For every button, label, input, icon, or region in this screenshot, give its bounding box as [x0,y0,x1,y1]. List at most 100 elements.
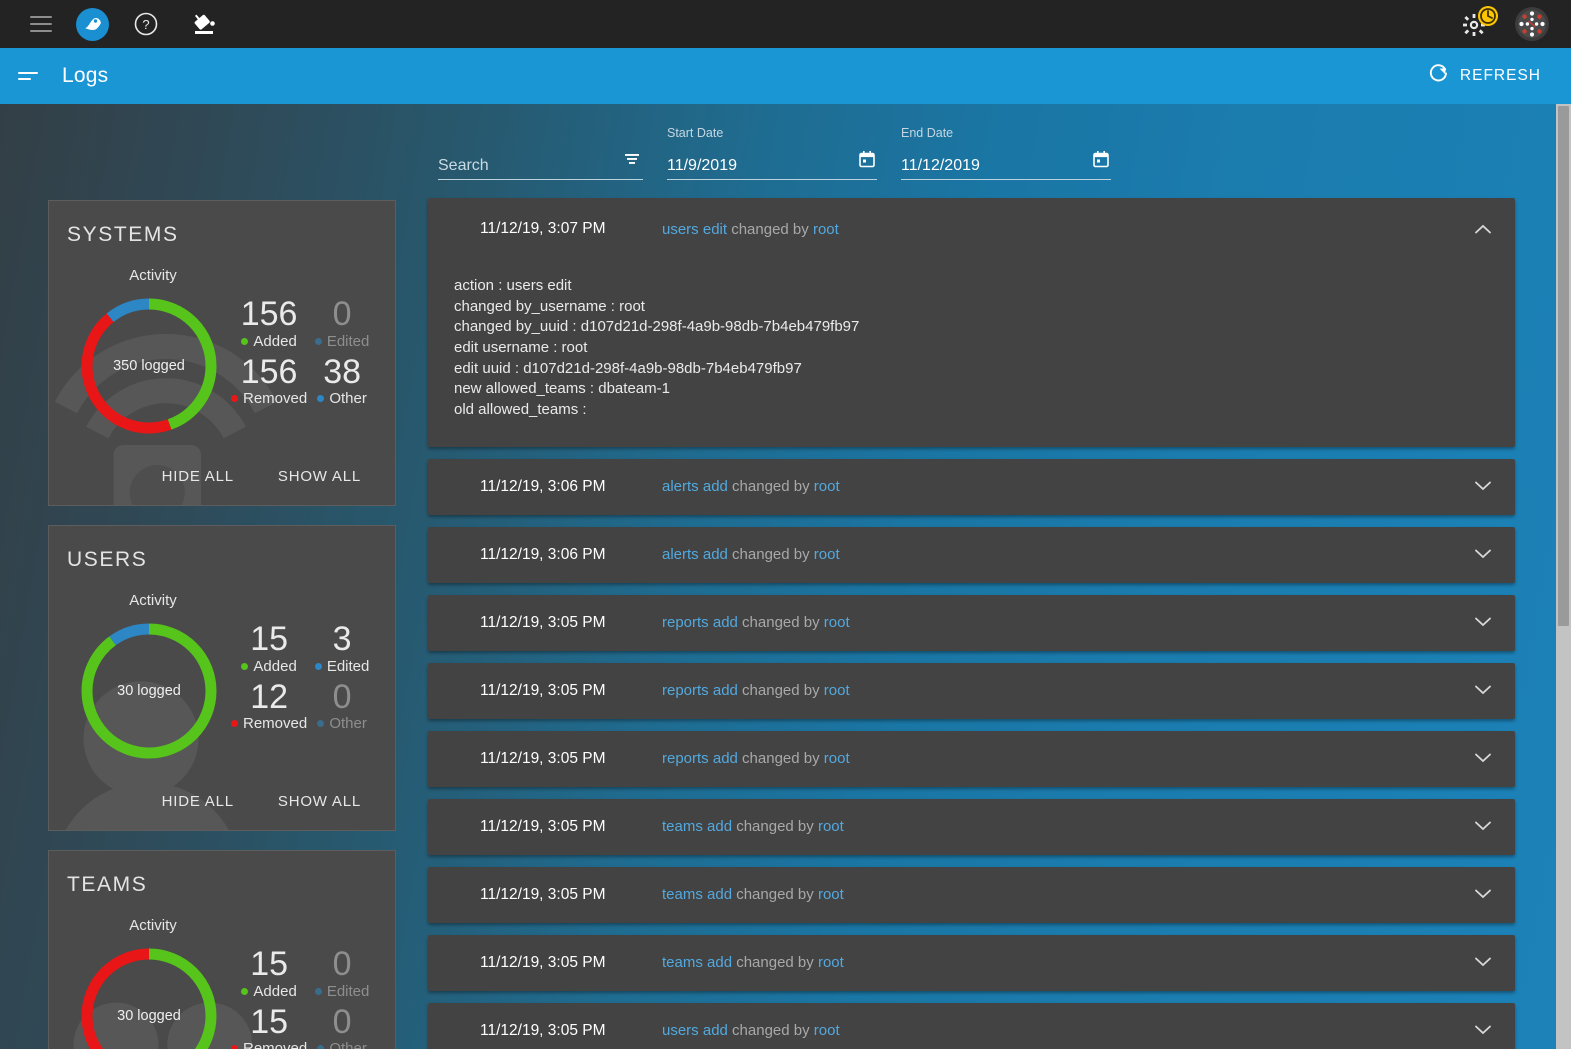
log-changed-by-text: changed by [727,220,813,238]
start-date-value: 11/9/2019 [667,157,737,174]
legend-dot-other [317,1045,325,1049]
chevron-down-icon[interactable] [1475,478,1491,496]
log-entry-row[interactable]: 11/12/19, 3:05 PM reports add changed by … [428,594,1515,651]
log-entry-header[interactable]: 11/12/19, 3:06 PM alerts add changed by r… [428,527,1515,583]
log-entry-row[interactable]: 11/12/19, 3:05 PM teams add changed by ro… [428,934,1515,991]
log-entry-row[interactable]: 11/12/19, 3:05 PM teams add changed by ro… [428,798,1515,855]
log-entry-header[interactable]: 11/12/19, 3:05 PM teams add changed by ro… [428,867,1515,923]
card-title: TEAMS [67,873,148,896]
log-entry-row[interactable]: 11/12/19, 3:06 PM alerts add changed by r… [428,458,1515,515]
legend-dot-removed [231,1045,238,1049]
log-user: root [823,614,850,632]
chevron-down-icon[interactable] [1475,954,1491,972]
hide-all-button[interactable]: HIDE ALL [162,793,234,810]
log-user: root [823,682,850,700]
app-logo-icon[interactable] [76,7,109,41]
legend-dot-other [317,720,325,728]
log-timestamp: 11/12/19, 3:05 PM [480,817,606,835]
scrollbar-thumb[interactable] [1558,106,1569,626]
donut-center-label: 30 logged [117,1008,181,1024]
log-entry-row[interactable]: 11/12/19, 3:05 PM users add changed by ro… [428,1002,1515,1049]
cluster-avatar-icon[interactable] [1515,7,1549,41]
calendar-icon[interactable] [859,151,875,173]
legend-dot-other [317,395,325,403]
paint-fill-icon[interactable] [185,5,223,43]
chevron-down-icon[interactable] [1475,682,1491,700]
chevron-down-icon[interactable] [1475,886,1491,904]
refresh-button[interactable]: REFRESH [1428,63,1541,89]
start-date-field[interactable]: Start Date 11/9/2019 [667,126,877,180]
hamburger-icon[interactable] [22,5,60,43]
chevron-up-icon[interactable] [1475,221,1491,239]
show-all-button[interactable]: SHOW ALL [278,468,361,485]
legend-dot-added [241,987,249,995]
log-entry-header[interactable]: 11/12/19, 3:05 PM reports add changed by … [428,595,1515,651]
stat-value: 38 [323,352,362,391]
log-entry-header[interactable]: 11/12/19, 3:05 PM reports add changed by … [428,663,1515,719]
log-action: teams add [662,886,733,904]
log-entry-row[interactable]: 11/12/19, 3:05 PM teams add changed by ro… [428,866,1515,923]
log-entry-row[interactable]: 11/12/19, 3:05 PM reports add changed by … [428,730,1515,787]
svg-text:?: ? [142,17,149,32]
filter-list-icon[interactable] [623,150,641,173]
log-description: reports add changed by root [662,682,850,699]
app-toolbar: ? [0,0,1571,48]
log-user: root [817,886,844,904]
card-activity-label: Activity [129,917,177,934]
chevron-down-icon[interactable] [1475,546,1491,564]
donut-center-label: 350 logged [113,358,185,374]
chevron-down-icon[interactable] [1475,750,1491,768]
stat-value: 0 [332,295,352,333]
log-action: reports add [662,614,738,632]
log-entry-row[interactable]: 11/12/19, 3:07 PM users edit changed by r… [428,198,1515,447]
stat-label: Other [307,390,377,407]
legend-dot-added [241,662,249,670]
show-all-button[interactable]: SHOW ALL [278,793,361,810]
search-field[interactable]: Search [438,150,643,180]
stat-label: Removed [231,390,307,407]
log-detail-line: edit username : root [454,339,588,357]
list-toggle-icon[interactable] [18,72,40,80]
log-user: root [817,954,844,972]
card-title: USERS [67,548,148,571]
legend-dot-edited [314,987,322,995]
stat-label: Removed [231,715,307,732]
log-action: reports add [662,682,738,700]
log-entry-header[interactable]: 11/12/19, 3:07 PM users edit changed by r… [428,198,1515,260]
log-action: teams add [662,818,733,836]
activity-donut-chart: 30 logged [67,615,231,767]
end-date-label: End Date [901,126,954,140]
log-description: users add changed by root [662,1022,840,1039]
end-date-value: 11/12/2019 [901,157,980,174]
end-date-field[interactable]: End Date 11/12/2019 [901,126,1111,180]
gear-clock-icon[interactable] [1461,5,1501,43]
log-detail-line: changed by_username : root [454,297,645,315]
log-entry-row[interactable]: 11/12/19, 3:06 PM alerts add changed by r… [428,526,1515,583]
log-timestamp: 11/12/19, 3:07 PM [480,220,606,237]
log-entry-header[interactable]: 11/12/19, 3:05 PM users add changed by ro… [428,1003,1515,1049]
calendar-icon[interactable] [1093,151,1109,173]
chevron-down-icon[interactable] [1475,614,1491,632]
stat-label: Added [231,658,307,675]
log-entry-header[interactable]: 11/12/19, 3:05 PM teams add changed by ro… [428,799,1515,855]
chevron-down-icon[interactable] [1475,818,1491,836]
log-description: reports add changed by root [662,614,850,631]
stat-value: 15 [250,1002,289,1041]
chevron-down-icon[interactable] [1475,1022,1491,1040]
page-body: SYSTEMS Activity 350 logged 156 Added 0 … [0,104,1571,1049]
log-user: root [813,546,840,564]
hide-all-button[interactable]: HIDE ALL [162,468,234,485]
log-entry-header[interactable]: 11/12/19, 3:05 PM reports add changed by … [428,731,1515,787]
log-description: reports add changed by root [662,750,850,767]
log-entry-header[interactable]: 11/12/19, 3:05 PM teams add changed by ro… [428,935,1515,991]
summary-cards: SYSTEMS Activity 350 logged 156 Added 0 … [48,200,396,1049]
stat-label: Removed [231,1040,307,1049]
log-entry-header[interactable]: 11/12/19, 3:06 PM alerts add changed by r… [428,459,1515,515]
summary-card-systems: SYSTEMS Activity 350 logged 156 Added 0 … [48,200,396,506]
help-circle-icon[interactable]: ? [127,5,165,43]
stat-value: 0 [332,677,352,716]
log-timestamp: 11/12/19, 3:05 PM [480,749,606,767]
log-entry-row[interactable]: 11/12/19, 3:05 PM reports add changed by … [428,662,1515,719]
page-scrollbar[interactable] [1556,104,1571,1049]
search-placeholder: Search [438,157,489,174]
